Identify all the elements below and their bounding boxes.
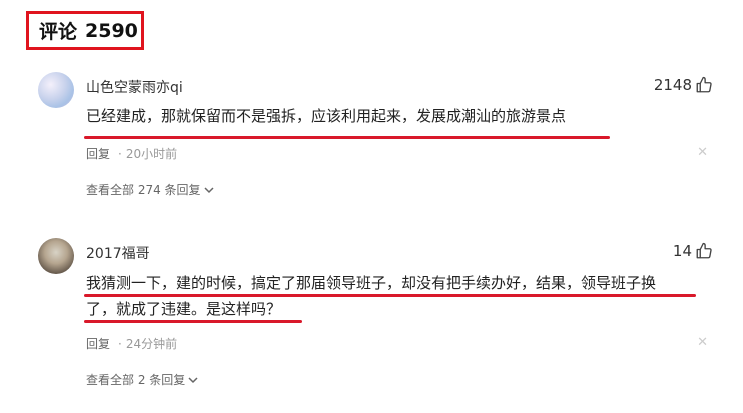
close-icon[interactable]: ✕ bbox=[697, 145, 708, 160]
annotation-underline bbox=[84, 294, 696, 297]
avatar[interactable] bbox=[38, 72, 74, 108]
comment-line: 了，就成了违建。是这样吗？ bbox=[86, 300, 282, 318]
comment-username[interactable]: 山色空蒙雨亦qi bbox=[86, 77, 183, 97]
reply-button[interactable]: 回复 bbox=[86, 337, 110, 351]
comment-line: 已经建成，那就保留而不是强拆，应该利用起来，发展成潮汕的旅游景点 bbox=[86, 107, 567, 125]
avatar[interactable] bbox=[38, 238, 74, 274]
thumbs-up-icon bbox=[696, 76, 712, 93]
comment-meta: 回复 · 24分钟前 bbox=[86, 335, 177, 352]
meta-separator: · bbox=[118, 147, 122, 161]
view-replies-button[interactable]: 查看全部 274 条回复 bbox=[86, 181, 214, 198]
comment-meta: 回复 · 20小时前 bbox=[86, 145, 177, 162]
like-button[interactable]: 14 bbox=[673, 242, 713, 260]
like-count: 14 bbox=[672, 242, 692, 260]
comment-username[interactable]: 2017福哥 bbox=[86, 243, 150, 263]
view-replies-button[interactable]: 查看全部 2 条回复 bbox=[86, 371, 198, 388]
comment-time: 24分钟前 bbox=[125, 337, 178, 351]
annotation-underline bbox=[84, 136, 610, 139]
close-icon[interactable]: ✕ bbox=[697, 335, 708, 350]
chevron-down-icon bbox=[204, 186, 214, 193]
thumbs-up-icon bbox=[696, 242, 712, 259]
like-button[interactable]: 2148 bbox=[654, 76, 713, 94]
comment-content: 已经建成，那就保留而不是强拆，应该利用起来，发展成潮汕的旅游景点 bbox=[86, 103, 706, 129]
meta-separator: · bbox=[118, 337, 122, 351]
annotation-underline bbox=[84, 320, 302, 323]
comments-title: 评论 bbox=[39, 21, 78, 43]
comments-header: 评论 2590 bbox=[26, 11, 144, 50]
chevron-down-icon bbox=[188, 376, 198, 383]
view-replies-label: 查看全部 2 条回复 bbox=[86, 373, 186, 387]
comment-line: 我猜测一下，建的时候，搞定了那届领导班子，却没有把手续办好，结果，领导班子换 bbox=[86, 274, 657, 292]
like-count: 2148 bbox=[653, 76, 692, 94]
comment-time: 20小时前 bbox=[125, 147, 178, 161]
comments-count: 2590 bbox=[85, 19, 138, 42]
reply-button[interactable]: 回复 bbox=[86, 147, 110, 161]
view-replies-label: 查看全部 274 条回复 bbox=[86, 183, 201, 197]
